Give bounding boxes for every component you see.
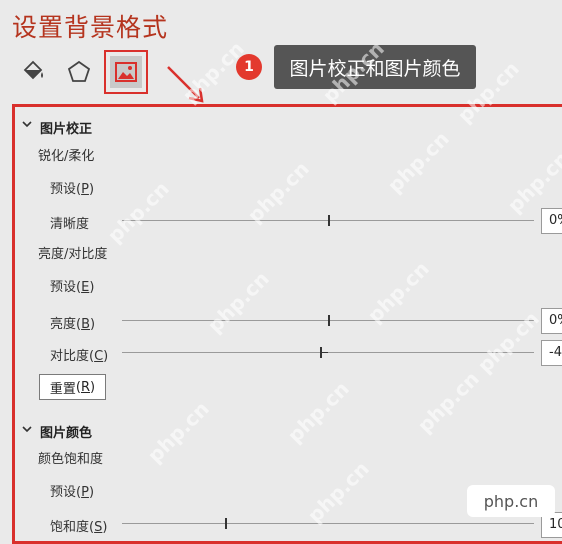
- fill-bucket-icon: [23, 60, 43, 80]
- saturation-label: 饱和度(S): [50, 520, 108, 535]
- reset-button[interactable]: 重置(R): [39, 374, 106, 400]
- annotation-arrow: [167, 66, 204, 103]
- saturation-group-label: 颜色饱和度: [38, 452, 104, 467]
- site-logo: php.cn: [467, 485, 555, 517]
- sharpen-preset[interactable]: 预设(P): [50, 178, 94, 197]
- brightness-group-label: 亮度/对比度: [38, 247, 108, 262]
- saturation-preset[interactable]: 预设(P): [50, 481, 94, 500]
- collapse-color-icon[interactable]: [21, 423, 33, 439]
- brightness-thumb[interactable]: [328, 315, 330, 326]
- sharpen-group-label: 锐化/柔化: [38, 149, 95, 164]
- saturation-thumb[interactable]: [225, 518, 227, 529]
- shape-tab[interactable]: [62, 55, 96, 89]
- brightness-label: 亮度(B): [50, 317, 96, 332]
- brightness-value[interactable]: 0%: [541, 308, 562, 334]
- sharpness-thumb[interactable]: [328, 215, 330, 226]
- correction-header[interactable]: 图片校正: [40, 118, 92, 137]
- contrast-label: 对比度(C): [50, 349, 109, 364]
- saturation-slider[interactable]: [122, 523, 534, 524]
- contrast-thumb-marker: [319, 352, 328, 353]
- annotation-badge: 1: [236, 54, 262, 80]
- pane-title: 设置背景格式: [12, 13, 169, 42]
- annotation-callout: 图片校正和图片颜色: [274, 45, 476, 89]
- picture-icon: [115, 62, 137, 82]
- sharpness-label: 清晰度: [50, 217, 90, 232]
- sharpness-value[interactable]: 0%: [541, 208, 562, 234]
- pentagon-shape-icon: [67, 60, 91, 82]
- picture-tab[interactable]: [104, 50, 148, 94]
- collapse-correction-icon[interactable]: [21, 118, 33, 134]
- contrast-value[interactable]: -4: [541, 340, 562, 366]
- contrast-slider[interactable]: [122, 352, 534, 353]
- bc-preset[interactable]: 预设(E): [50, 276, 94, 295]
- picture-tab-inner: [110, 56, 142, 88]
- color-header[interactable]: 图片颜色: [40, 422, 92, 441]
- fill-tab[interactable]: [16, 55, 50, 89]
